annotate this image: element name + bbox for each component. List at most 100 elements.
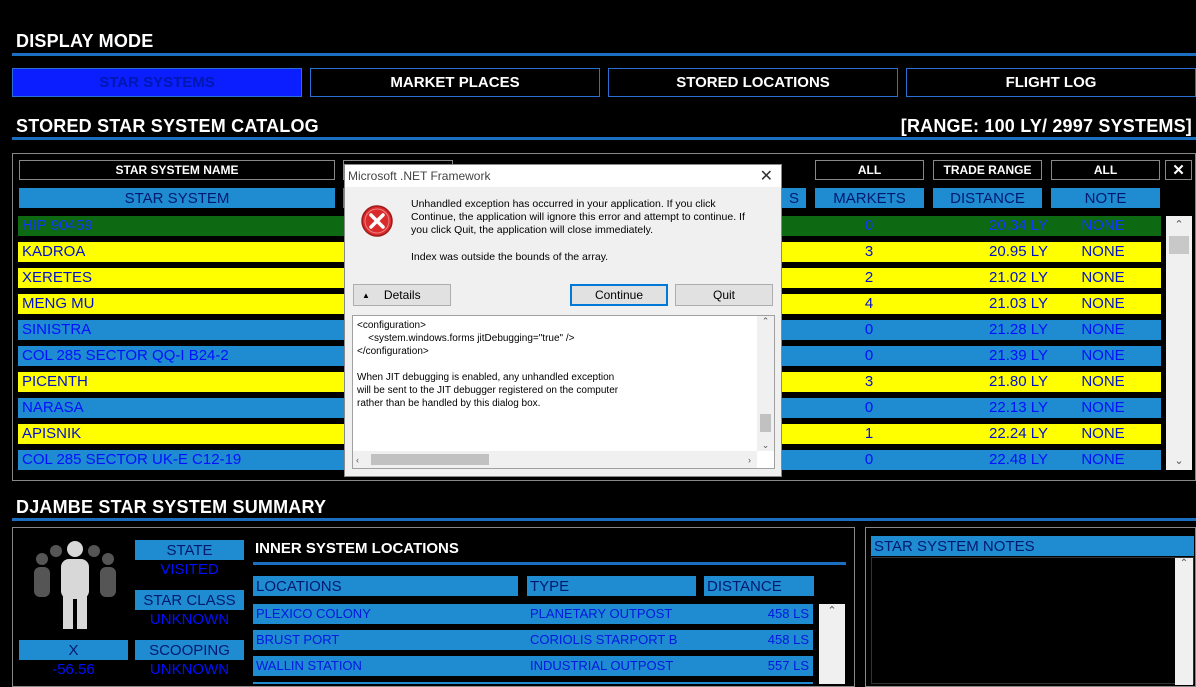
market-count: 0	[864, 217, 874, 234]
divider	[253, 562, 846, 565]
system-distance: 20.95 LY	[989, 243, 1048, 260]
system-note: NONE	[1081, 321, 1125, 338]
close-icon[interactable]: ✕	[1165, 160, 1192, 180]
market-count: 4	[864, 295, 874, 312]
system-note: NONE	[1081, 243, 1125, 260]
catalog-scrollbar[interactable]: ⌃ ⌄	[1166, 216, 1192, 470]
market-count: 0	[864, 399, 874, 416]
scroll-up-icon[interactable]: ⌃	[1175, 558, 1193, 569]
note-filter[interactable]: ALL	[1051, 160, 1160, 180]
location-name: PLEXICO COLONY	[256, 606, 371, 621]
locations-scrollbar[interactable]: ⌃	[819, 604, 845, 684]
col-loc-distance[interactable]: DISTANCE	[704, 576, 814, 596]
details-line: rather than be handled by this dialog bo…	[357, 398, 541, 409]
location-distance: 557 LS	[767, 658, 809, 673]
divider	[12, 53, 1196, 56]
table-row[interactable]: WALLIN STATION INDUSTRIAL OUTPOST 557 LS	[253, 656, 813, 676]
location-type: CORIOLIS STARPORT B	[530, 632, 678, 647]
location-name: WALLIN STATION	[256, 658, 362, 673]
location-type: PLANETARY OUTPOST	[530, 606, 673, 621]
system-name: SINISTRA	[22, 321, 92, 338]
system-note: NONE	[1081, 295, 1125, 312]
scrollbar-thumb[interactable]	[1169, 236, 1189, 254]
details-line: will be sent to the JIT debugger registe…	[357, 385, 619, 396]
notes-textbox[interactable]: ⌃	[871, 557, 1194, 685]
star-class-value: UNKNOWN	[149, 611, 230, 628]
scroll-up-icon[interactable]: ⌃	[757, 316, 774, 327]
quit-button[interactable]: Quit	[675, 284, 773, 306]
col-locations[interactable]: LOCATIONS	[253, 576, 518, 596]
col-distance[interactable]: DISTANCE	[933, 188, 1042, 208]
dialog-message: Unhandled exception has occurred in your…	[411, 198, 745, 236]
details-line	[357, 358, 618, 371]
details-line: </configuration>	[357, 346, 429, 357]
scooping-label: SCOOPING	[135, 640, 244, 660]
dialog-detail: Index was outside the bounds of the arra…	[411, 251, 609, 263]
triangle-up-icon: ▲	[362, 290, 370, 300]
scroll-up-icon[interactable]: ⌃	[1166, 216, 1192, 234]
system-note: NONE	[1081, 269, 1125, 286]
market-count: 0	[864, 347, 874, 364]
catalog-range: [RANGE: 100 LY/ 2997 SYSTEMS]	[900, 116, 1192, 136]
system-distance: 21.02 LY	[989, 269, 1048, 286]
system-name-filter[interactable]: STAR SYSTEM NAME	[19, 160, 335, 180]
system-distance: 21.80 LY	[989, 373, 1048, 390]
inner-locations-title: INNER SYSTEM LOCATIONS	[255, 540, 459, 557]
scroll-down-icon[interactable]: ⌄	[1166, 452, 1192, 470]
x-value: -56.56	[52, 661, 95, 678]
market-count: 3	[864, 243, 874, 260]
continue-button[interactable]: Continue	[570, 284, 668, 306]
system-name: COL 285 SECTOR QQ-I B24-2	[22, 347, 229, 364]
system-name: NARASA	[22, 399, 84, 416]
scrollbar-thumb[interactable]	[760, 414, 771, 432]
location-distance: 458 LS	[767, 632, 809, 647]
flight-log-button[interactable]: FLIGHT LOG	[906, 68, 1196, 97]
system-name: HIP 90459	[22, 217, 93, 234]
col-type[interactable]: TYPE	[527, 576, 696, 596]
table-row[interactable]: PLEXICO COLONY PLANETARY OUTPOST 458 LS	[253, 604, 813, 624]
scrollbar-thumb[interactable]	[371, 454, 489, 465]
system-distance: 21.39 LY	[989, 347, 1048, 364]
error-dialog: Microsoft .NET Framework ✕ Unhandled exc…	[344, 164, 782, 477]
system-name: KADROA	[22, 243, 86, 260]
table-row[interactable]: BRUST PORT CORIOLIS STARPORT B 458 LS	[253, 630, 813, 650]
details-line: When JIT debugging is enabled, any unhan…	[357, 372, 615, 383]
dialog-title: Microsoft .NET Framework	[348, 169, 491, 183]
details-hscrollbar[interactable]: ‹ ›	[353, 451, 757, 468]
trade-range-filter[interactable]: TRADE RANGE	[933, 160, 1042, 180]
system-name: MENG MU	[22, 295, 95, 312]
error-icon	[361, 205, 393, 237]
location-type: INDUSTRIAL OUTPOST	[530, 658, 674, 673]
scroll-right-icon[interactable]: ›	[748, 455, 751, 465]
star-class-label: STAR CLASS	[135, 590, 244, 610]
stored-locations-button[interactable]: STORED LOCATIONS	[608, 68, 898, 97]
notes-scrollbar[interactable]: ⌃	[1175, 558, 1193, 685]
market-count: 3	[864, 373, 874, 390]
market-count: 0	[864, 451, 874, 468]
details-vscrollbar[interactable]: ⌃ ⌄	[757, 316, 774, 451]
details-button[interactable]: ▲ Details	[353, 284, 451, 306]
market-places-button[interactable]: MARKET PLACES	[310, 68, 600, 97]
details-text: <configuration> <system.windows.forms ji…	[357, 319, 618, 410]
details-textbox[interactable]: <configuration> <system.windows.forms ji…	[352, 315, 775, 469]
system-name: XERETES	[22, 269, 93, 286]
display-mode-title: DISPLAY MODE	[16, 31, 154, 51]
scroll-left-icon[interactable]: ‹	[356, 455, 359, 465]
system-name: PICENTH	[22, 373, 88, 390]
market-count: 0	[864, 321, 874, 338]
system-name: APISNIK	[22, 425, 82, 442]
scroll-up-icon[interactable]: ⌃	[819, 604, 845, 620]
system-distance: 20.34 LY	[989, 217, 1048, 234]
system-note: NONE	[1081, 217, 1125, 234]
markets-filter[interactable]: ALL	[815, 160, 924, 180]
system-name: COL 285 SECTOR UK-E C12-19	[22, 451, 242, 468]
col-star-system[interactable]: STAR SYSTEM	[19, 188, 335, 208]
close-icon[interactable]: ✕	[760, 166, 773, 186]
scroll-down-icon[interactable]: ⌄	[757, 440, 774, 451]
col-markets[interactable]: MARKETS	[815, 188, 924, 208]
summary-title: DJAMBE STAR SYSTEM SUMMARY	[16, 497, 327, 517]
col-note[interactable]: NOTE	[1051, 188, 1160, 208]
col-header-partial[interactable]: S	[782, 188, 806, 208]
star-systems-button[interactable]: STAR SYSTEMS	[12, 68, 302, 97]
details-line: <system.windows.forms jitDebugging="true…	[357, 333, 575, 344]
